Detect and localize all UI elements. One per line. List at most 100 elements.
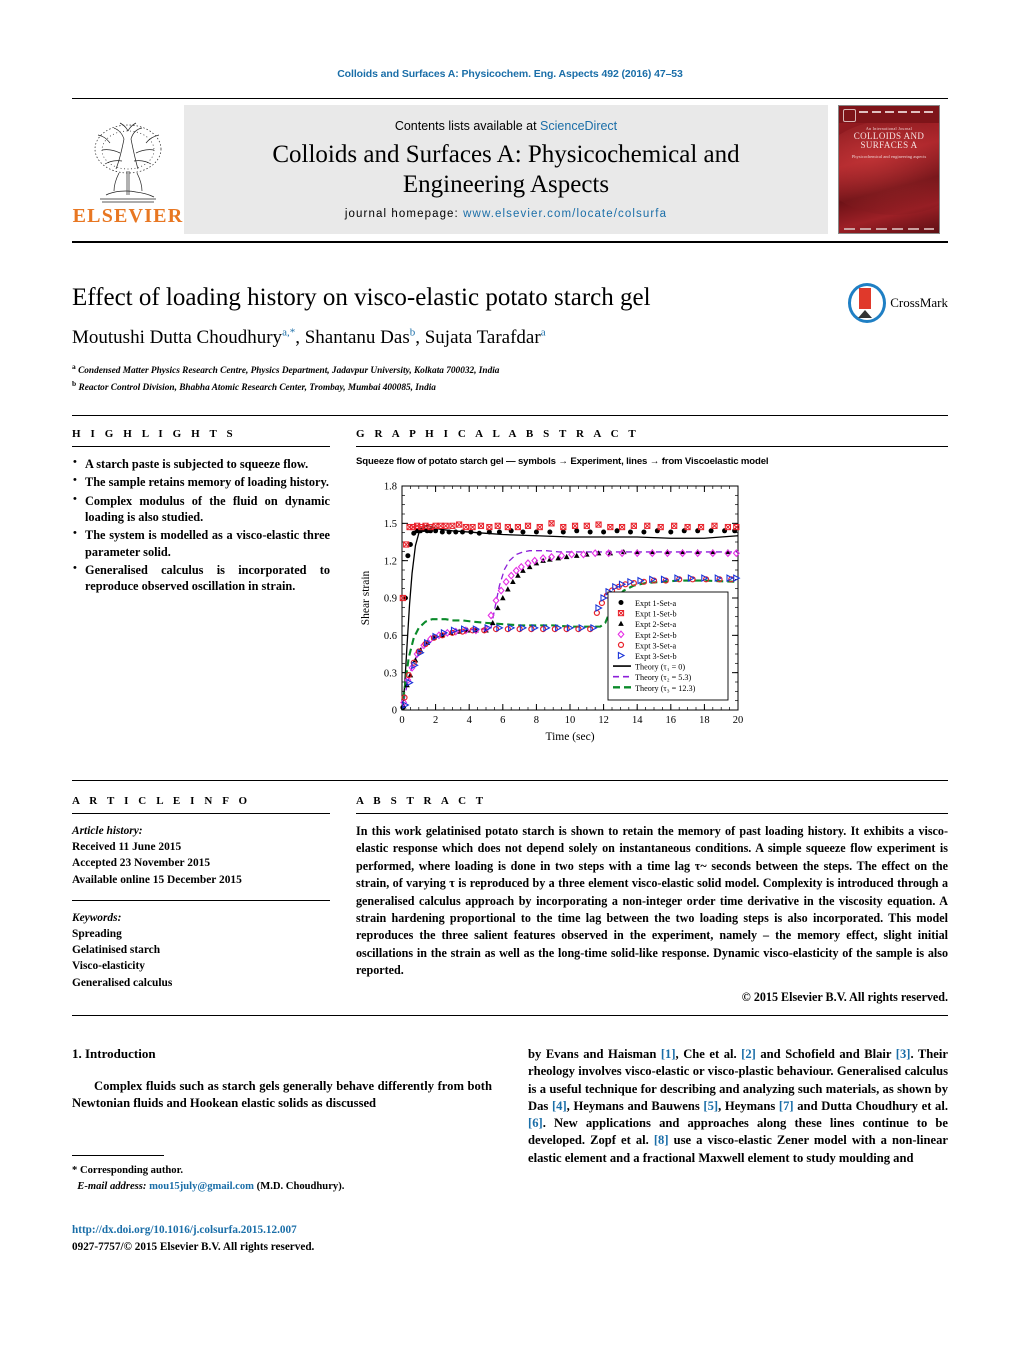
legend-label: Theory (τ₃ = 12.3)	[635, 684, 696, 693]
body-text-run: , Che et al.	[675, 1047, 742, 1061]
section-heading-introduction: 1. Introduction	[72, 1046, 156, 1061]
doi-link[interactable]: http://dx.doi.org/10.1016/j.colsurfa.201…	[72, 1224, 297, 1236]
y-axis-label: Shear strain	[360, 570, 372, 625]
legend-label: Expt 1-Set-b	[635, 610, 677, 619]
cover-subtitle: Physicochemical and engineering aspects	[851, 154, 927, 159]
citation-link[interactable]: [5]	[703, 1099, 718, 1113]
keyword-3: Generalised calculus	[72, 976, 173, 989]
email-suffix: (M.D. Choudhury).	[256, 1181, 345, 1193]
intro-paragraph-right: by Evans and Haisman [1], Che et al. [2]…	[528, 1046, 948, 1167]
journal-title: Colloids and Surfaces A: Physicochemical…	[272, 140, 739, 199]
x-tick-label: 4	[467, 715, 473, 726]
author-0: Moutushi Dutta Choudhury	[72, 327, 283, 348]
email-link[interactable]: mou15july@gmail.com	[149, 1181, 254, 1192]
homepage-url[interactable]: www.elsevier.com/locate/colsurfa	[463, 208, 667, 220]
y-tick-label: 0.3	[384, 668, 397, 679]
highlights-rule	[72, 446, 330, 447]
issn-copyright: 0927-7757/© 2015 Elsevier B.V. All right…	[72, 1240, 315, 1253]
journal-cover-thumbnail: An International Journal COLLOIDS AND SU…	[838, 105, 940, 234]
crossmark-badge[interactable]: CrossMark	[848, 283, 948, 323]
citation-link[interactable]: [1]	[661, 1047, 676, 1061]
affiliation-a-mark: a	[72, 361, 76, 371]
graphical-abstract-rule	[356, 446, 948, 447]
list-item: A starch paste is subjected to squeeze f…	[72, 455, 330, 472]
legend-label: Expt 1-Set-a	[635, 599, 677, 608]
citation-link[interactable]: [3]	[896, 1047, 911, 1061]
journal-title-line1: Colloids and Surfaces A: Physicochemical…	[272, 141, 740, 168]
keywords-rule	[72, 899, 330, 901]
content-top-rule	[72, 415, 948, 416]
cover-footer-rules	[844, 228, 934, 230]
author-list: Moutushi Dutta Choudhurya,*, Shantanu Da…	[72, 326, 546, 348]
abstract-copyright: © 2015 Elsevier B.V. All rights reserved…	[741, 989, 948, 1004]
cover-title: COLLOIDS AND SURFACES A	[853, 131, 925, 151]
legend-label: Expt 2-Set-b	[635, 631, 677, 640]
citation-link[interactable]: [8]	[654, 1133, 669, 1147]
list-item: Complex modulus of the fluid on dynamic …	[72, 492, 330, 526]
body-text-run: , Heymans	[718, 1098, 779, 1113]
contents-prefix: Contents lists available at	[394, 119, 541, 133]
list-item: Generalised calculus is incorporated to …	[72, 561, 330, 595]
affiliation-b-mark: b	[72, 379, 77, 389]
body-column-left: 1. Introduction Complex fluids such as s…	[72, 1046, 492, 1113]
title-block: Effect of loading history on visco-elast…	[72, 283, 948, 396]
crossmark-inner-bar	[859, 288, 871, 309]
keywords-block: Keywords: Spreading Gelatinised starch V…	[72, 910, 330, 991]
legend-label: Theory (τ₁ = 0)	[635, 663, 685, 672]
footnote-block: * Corresponding author. E-mail address: …	[72, 1155, 492, 1195]
body-text-run: and Schofield and Blair	[755, 1047, 896, 1061]
body-text-run: by Evans and Haisman	[528, 1047, 661, 1061]
crossmark-icon	[848, 283, 887, 323]
y-tick-label: 0.6	[384, 631, 397, 642]
email-label: E-mail address:	[77, 1181, 147, 1193]
corresponding-author-note: * Corresponding author. E-mail address: …	[72, 1163, 492, 1195]
citation-link[interactable]: [2]	[741, 1047, 756, 1061]
abstract-section: A B S T R A C T In this work gelatinised…	[356, 795, 948, 1006]
y-tick-label: 1.8	[384, 482, 397, 493]
keyword-1: Gelatinised starch	[72, 944, 161, 957]
journal-title-line2: Engineering Aspects	[402, 170, 610, 198]
accepted-date: Accepted 23 November 2015	[72, 857, 211, 870]
affiliations: a Condensed Matter Physics Research Cent…	[72, 361, 948, 396]
affiliation-a-text: Condensed Matter Physics Research Centre…	[78, 365, 500, 376]
citation-link[interactable]: [7]	[779, 1099, 794, 1113]
keywords-label: Keywords:	[72, 911, 122, 924]
page-title: Effect of loading history on visco-elast…	[72, 284, 651, 311]
x-tick-label: 2	[433, 715, 438, 726]
elsevier-logo: ELSEVIER	[72, 99, 184, 241]
x-tick-label: 18	[699, 715, 710, 726]
crossmark-triangle	[858, 310, 872, 318]
received-date: Received 11 June 2015	[72, 841, 182, 854]
cover-header-rules	[859, 111, 934, 113]
x-tick-label: 16	[666, 715, 677, 726]
article-history: Article history: Received 11 June 2015 A…	[72, 823, 330, 888]
available-date: Available online 15 December 2015	[72, 873, 242, 886]
body-column-right: by Evans and Haisman [1], Che et al. [2]…	[528, 1046, 948, 1167]
author-2: Sujata Tarafdar	[424, 327, 541, 348]
journal-homepage: journal homepage: www.elsevier.com/locat…	[345, 208, 667, 220]
body-text-run: and Dutta Choudhury et al.	[793, 1098, 948, 1113]
abstract-text: In this work gelatinised potato starch i…	[356, 824, 948, 978]
y-tick-label: 0.9	[384, 594, 397, 605]
y-tick-label: 1.5	[384, 519, 397, 530]
graphical-abstract-section: G R A P H I C A L A B S T R A C T Squeez…	[356, 428, 948, 759]
doi-block: http://dx.doi.org/10.1016/j.colsurfa.201…	[72, 1222, 492, 1255]
x-axis-label: Time (sec)	[545, 731, 594, 743]
sciencedirect-link[interactable]: ScienceDirect	[540, 119, 617, 133]
masthead-center: Contents lists available at ScienceDirec…	[184, 105, 828, 234]
article-info-heading: A R T I C L E I N F O	[72, 795, 251, 807]
elsevier-wordmark: ELSEVIER	[72, 204, 184, 227]
x-tick-label: 0	[399, 715, 404, 726]
highlights-list: A starch paste is subjected to squeeze f…	[72, 455, 330, 595]
legend-label: Expt 2-Set-a	[635, 620, 677, 629]
x-tick-label: 10	[565, 715, 576, 726]
running-head: Colloids and Surfaces A: Physicochem. En…	[337, 68, 683, 80]
citation-link[interactable]: [4]	[552, 1099, 567, 1113]
article-info-section: A R T I C L E I N F O Article history: R…	[72, 795, 330, 991]
x-tick-label: 14	[632, 715, 643, 726]
keyword-2: Visco-elasticity	[72, 960, 145, 973]
squeeze-flow-chart: 0 2 4 6 8 10 12 14 16 18 20 0 0.3 0.6 0.9 1.2 1.5 1.8 Time…	[360, 482, 743, 743]
x-tick-label: 8	[534, 715, 539, 726]
citation-link[interactable]: [6]	[528, 1116, 543, 1130]
x-tick-label: 12	[598, 715, 609, 726]
